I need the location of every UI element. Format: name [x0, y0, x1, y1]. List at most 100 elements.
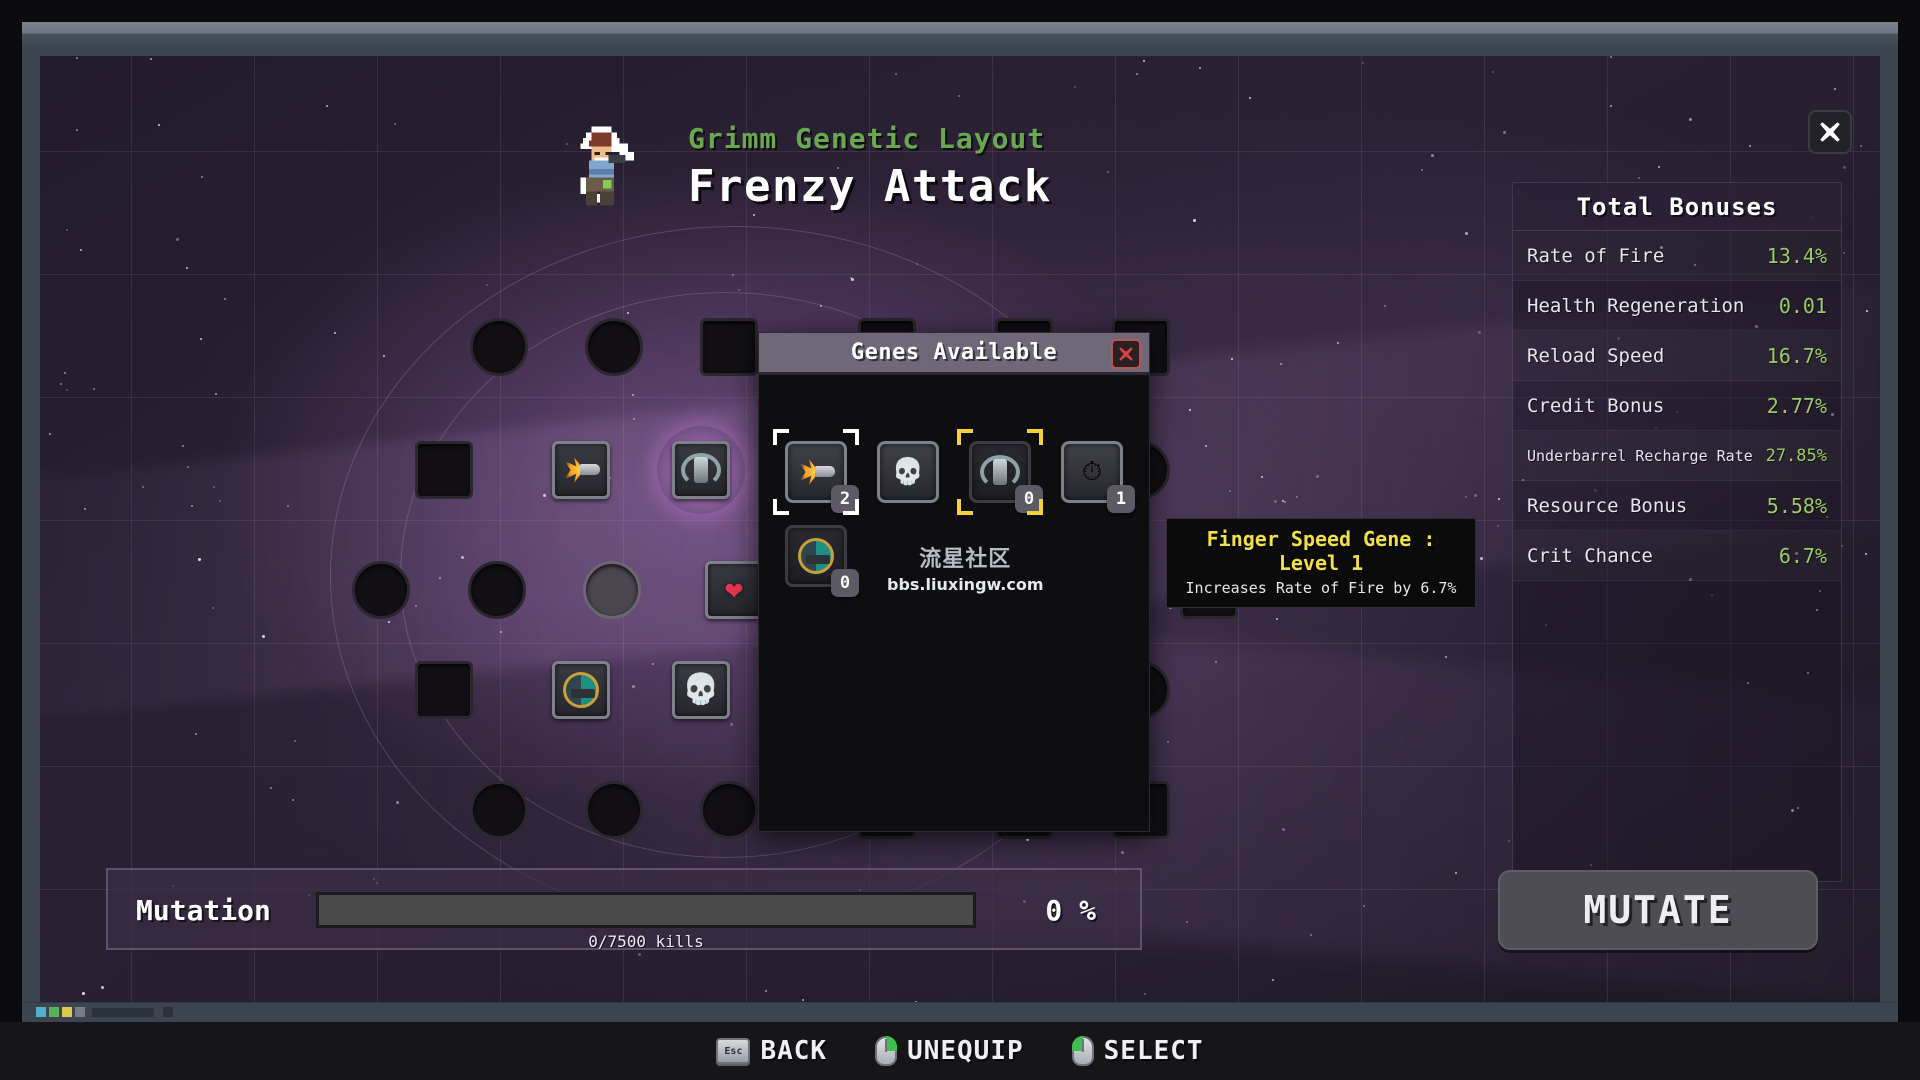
tooltip-title: Finger Speed Gene : Level 1 [1206, 527, 1436, 575]
mutation-panel: Mutation 0/7500 kills 0 % [106, 868, 1142, 951]
status-dot-green [49, 1007, 59, 1017]
magazine-shield-icon [681, 453, 721, 487]
bonus-label: Underbarrel Recharge Rate [1527, 446, 1753, 465]
socket-r4c1[interactable] [415, 661, 473, 719]
os-window: ❤ 💀 Grimm Genetic Layout Frenzy Attack T… [22, 22, 1898, 1022]
bonus-row: Reload Speed 16.7% [1513, 331, 1841, 381]
os-title-bar[interactable] [22, 22, 1898, 48]
action-select[interactable]: SELECT [1071, 1036, 1204, 1066]
skull-icon: 💀 [891, 457, 925, 487]
socket-r3c2[interactable] [468, 561, 526, 619]
mutate-button-label: MUTATE [1583, 888, 1733, 932]
mouse-right-click-icon[interactable] [875, 1036, 898, 1066]
mutation-label: Mutation [136, 894, 271, 927]
bonus-row: Crit Chance 6.7% [1513, 531, 1841, 581]
gene-count-badge: 2 [831, 485, 859, 513]
gene-cell: 0 [785, 525, 859, 597]
mutation-percent: 0 % [1045, 894, 1096, 927]
bonus-row: Credit Bonus 2.77% [1513, 381, 1841, 431]
action-label: BACK [760, 1036, 828, 1066]
hero-sprite [555, 118, 645, 214]
character-clock-icon: ⏱ [1081, 456, 1103, 487]
reload-dial-icon [563, 672, 599, 708]
os-status-bar [22, 1002, 1898, 1022]
bonus-value: 27.85% [1765, 445, 1827, 466]
genes-grid: 2 💀 0 ⏱ 1 0 [773, 429, 1135, 597]
tooltip-description: Increases Rate of Fire by 6.7% [1185, 579, 1457, 597]
magazine-shield-icon [980, 455, 1020, 489]
gene-count-badge: 0 [1015, 485, 1043, 513]
action-unequip[interactable]: UNEQUIP [875, 1036, 1024, 1066]
mutation-kills-counter: 0/7500 kills [588, 932, 704, 951]
gene-tooltip: Finger Speed Gene : Level 1 Increases Ra… [1166, 518, 1476, 608]
total-bonuses-panel: Total Bonuses Rate of Fire 13.4% Health Re… [1512, 182, 1842, 882]
bonus-label: Resource Bonus [1527, 494, 1688, 517]
socket-r3c3[interactable] [583, 561, 641, 619]
bullet-muzzle-flash-icon [560, 456, 602, 484]
bonus-value: 0.01 [1778, 293, 1827, 318]
mutate-button[interactable]: MUTATE [1498, 870, 1818, 950]
total-bonuses-list: Rate of Fire 13.4% Health Regeneration 0.01… [1513, 231, 1841, 581]
close-red-icon [1119, 347, 1133, 361]
bonus-label: Health Regeneration [1527, 294, 1745, 317]
gene-cell: ⏱ 1 [1061, 441, 1135, 513]
bonus-label: Credit Bonus [1527, 394, 1665, 417]
status-progress [92, 1007, 154, 1017]
mutation-progress-bar [316, 892, 976, 928]
bonus-value: 5.58% [1766, 493, 1827, 518]
gene-cell: 2 [773, 429, 859, 515]
page-title-block: Grimm Genetic Layout Frenzy Attack [688, 122, 1052, 212]
reload-dial-icon [798, 538, 834, 574]
equipped-shield[interactable] [672, 441, 730, 499]
socket-r5c2[interactable] [585, 781, 643, 839]
equipped-finger-speed[interactable] [552, 441, 610, 499]
socket-r5c3[interactable] [700, 781, 758, 839]
gene-count-badge: 1 [1107, 485, 1135, 513]
bonus-value: 16.7% [1766, 343, 1827, 368]
status-dot-gray [75, 1007, 85, 1017]
bonus-row: Rate of Fire 13.4% [1513, 231, 1841, 281]
socket-r5c1[interactable] [470, 781, 528, 839]
genes-modal-header: Genes Available [759, 333, 1149, 375]
genes-modal-close-button[interactable] [1111, 339, 1141, 369]
socket-r3c1[interactable] [352, 561, 410, 619]
socket-r2c1[interactable] [415, 441, 473, 499]
genes-available-modal: Genes Available 2 💀 0 ⏱ 1 0 流星社区 bbs.liuxingw… [758, 332, 1150, 832]
socket-r1c2[interactable] [585, 318, 643, 376]
close-x-icon [1820, 122, 1840, 142]
genes-modal-title: Genes Available [850, 340, 1058, 365]
equipped-health[interactable]: ❤ [705, 561, 763, 619]
equipped-skull[interactable]: 💀 [672, 661, 730, 719]
action-label: UNEQUIP [907, 1036, 1024, 1066]
bonus-row: Underbarrel Recharge Rate 27.85% [1513, 431, 1841, 481]
close-screen-button[interactable] [1808, 110, 1852, 154]
socket-r1c1[interactable] [470, 318, 528, 376]
bonus-label: Crit Chance [1527, 544, 1653, 567]
total-bonuses-heading: Total Bonuses [1513, 183, 1841, 231]
esc-key-icon[interactable]: Esc [716, 1038, 751, 1064]
genes-modal-body: 2 💀 0 ⏱ 1 0 流星社区 bbs.liuxingw.com [759, 375, 1149, 597]
equipped-reload[interactable] [552, 661, 610, 719]
bonus-value: 2.77% [1766, 393, 1827, 418]
status-square [163, 1007, 173, 1017]
bonus-row: Health Regeneration 0.01 [1513, 281, 1841, 331]
skull-icon: 💀 [682, 672, 720, 707]
page-title: Frenzy Attack [688, 161, 1052, 212]
mouse-left-click-icon[interactable] [1071, 1036, 1094, 1066]
bonus-row: Resource Bonus 5.58% [1513, 481, 1841, 531]
bullet-muzzle-flash-icon [795, 458, 837, 486]
bonus-label: Reload Speed [1527, 344, 1665, 367]
socket-r1c3[interactable] [700, 318, 758, 376]
screen-root: ❤ 💀 Grimm Genetic Layout Frenzy Attack T… [0, 0, 1920, 1080]
layout-subtitle: Grimm Genetic Layout [688, 122, 1046, 155]
skull-gene[interactable]: 💀 [877, 441, 939, 503]
action-back[interactable]: Esc BACK [716, 1036, 827, 1066]
game-viewport: ❤ 💀 Grimm Genetic Layout Frenzy Attack T… [40, 56, 1880, 1002]
status-dot-yellow [62, 1007, 72, 1017]
status-indicators [36, 1007, 173, 1017]
bonus-value: 13.4% [1766, 243, 1827, 268]
bonus-value: 6.7% [1778, 543, 1827, 568]
status-dot-blue [36, 1007, 46, 1017]
action-bar: Esc BACK UNEQUIP SELECT [0, 1022, 1920, 1080]
gene-count-badge: 0 [831, 569, 859, 597]
